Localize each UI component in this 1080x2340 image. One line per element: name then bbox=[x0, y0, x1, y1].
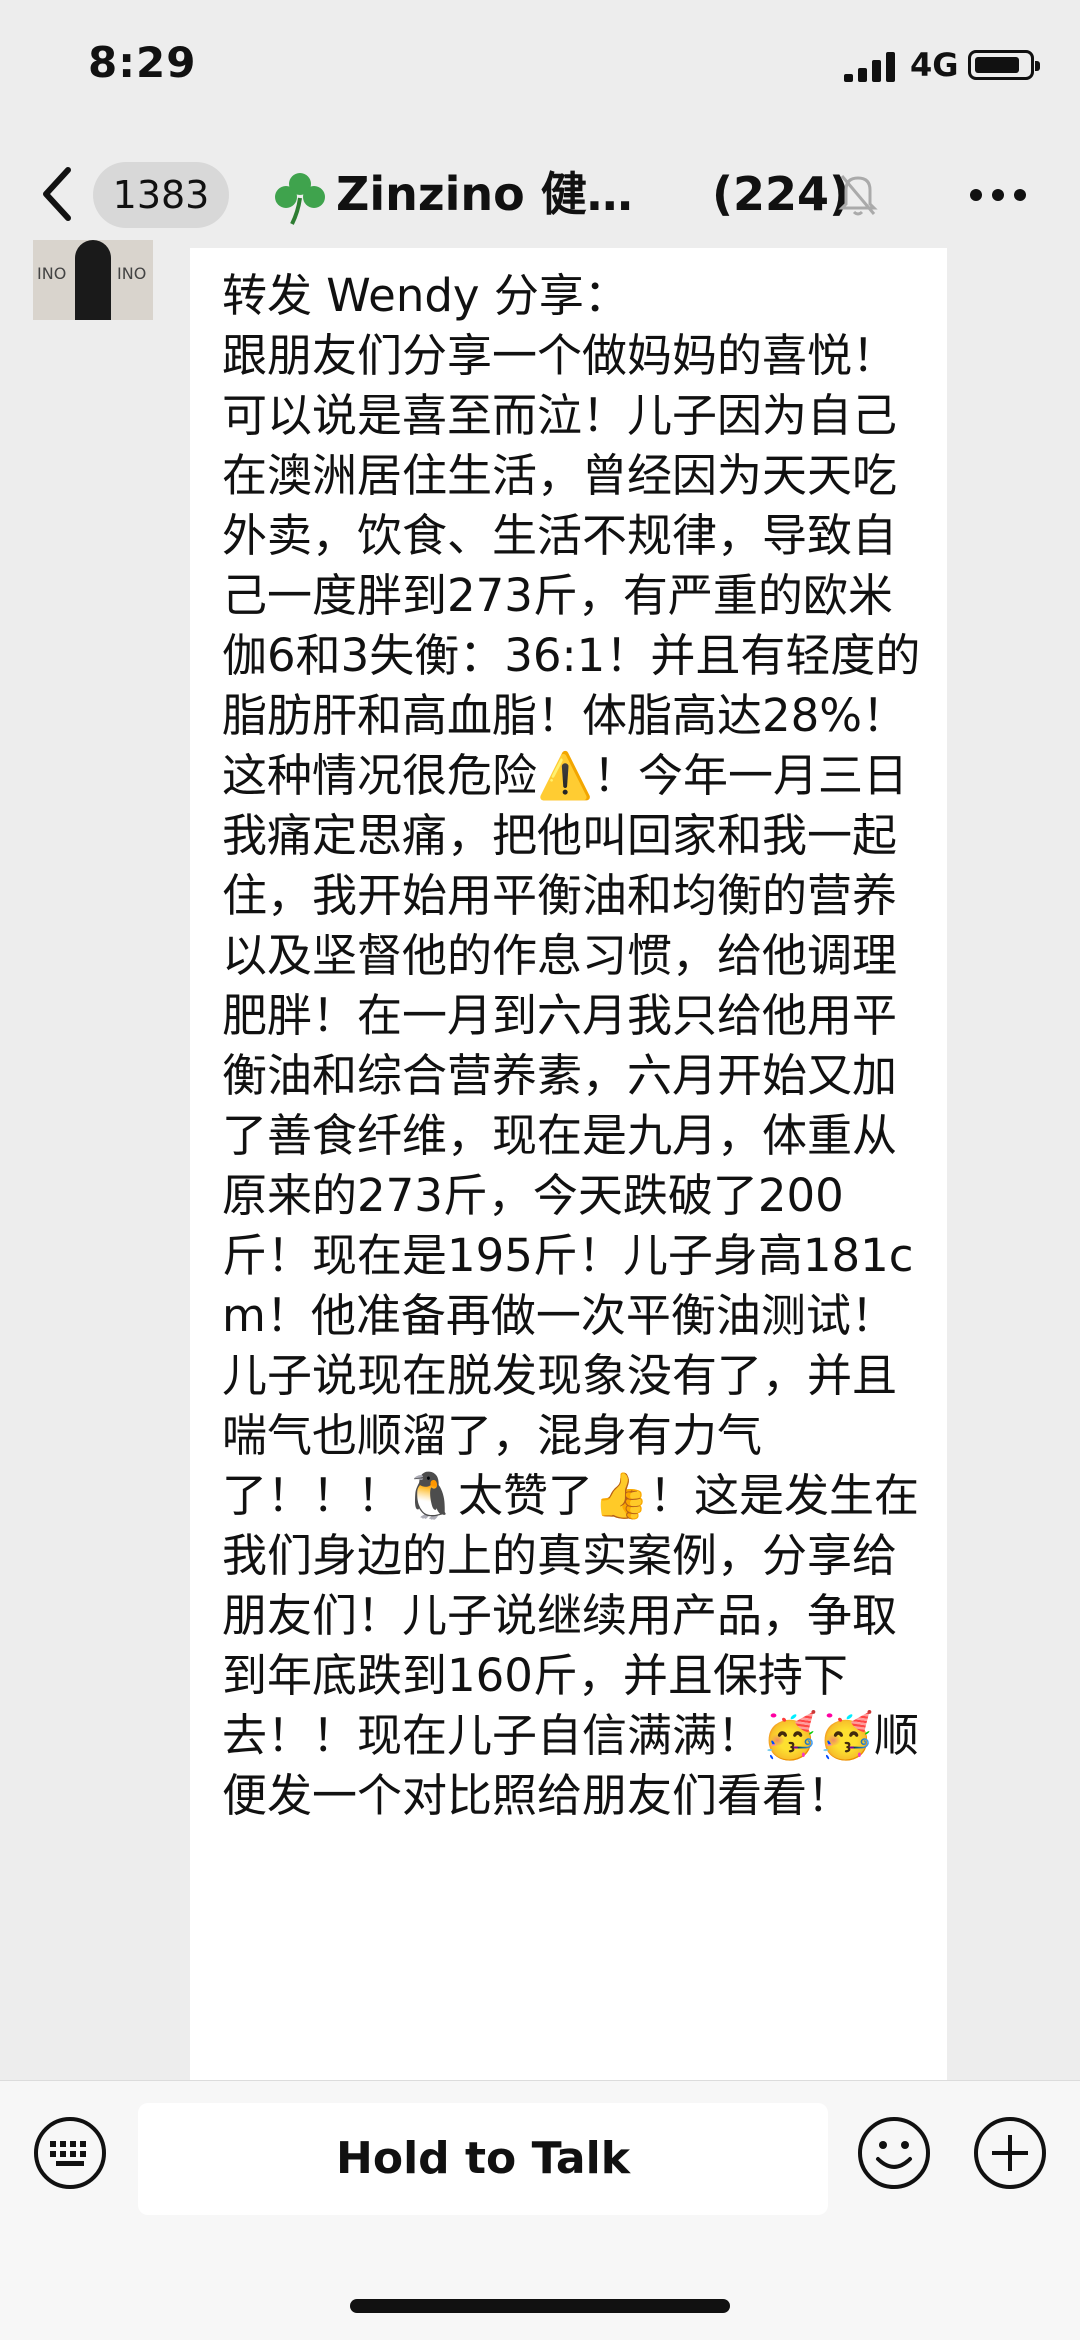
chat-header: 1383 Zinzino 健康… (224) bbox=[0, 140, 1080, 250]
message-bubble[interactable]: 转发 Wendy 分享： 跟朋友们分享一个做妈妈的喜悦！可以说是喜至而泣！儿子因… bbox=[190, 248, 947, 2080]
emoji-icon[interactable] bbox=[856, 2115, 932, 2191]
home-indicator bbox=[350, 2299, 730, 2313]
more-dots-icon[interactable] bbox=[968, 186, 1028, 204]
bell-muted-icon bbox=[838, 175, 878, 216]
avatar[interactable]: INO INO bbox=[33, 240, 153, 320]
unread-badge[interactable]: 1383 bbox=[93, 162, 229, 228]
input-bar: Hold to Talk bbox=[0, 2080, 1080, 2340]
network-type: 4G bbox=[910, 46, 959, 84]
plus-circle-icon[interactable] bbox=[972, 2115, 1048, 2191]
signal-icon bbox=[844, 52, 895, 82]
chevron-left-icon[interactable] bbox=[38, 164, 78, 224]
hold-to-talk-button[interactable]: Hold to Talk bbox=[138, 2103, 828, 2215]
status-time: 8:29 bbox=[88, 38, 197, 87]
chat-title[interactable]: Zinzino 健康… bbox=[336, 164, 666, 224]
message-text: 转发 Wendy 分享： 跟朋友们分享一个做妈妈的喜悦！可以说是喜至而泣！儿子因… bbox=[222, 269, 921, 1822]
avatar-text-left: INO bbox=[37, 264, 67, 283]
battery-icon bbox=[968, 50, 1040, 80]
keyboard-icon[interactable] bbox=[32, 2115, 108, 2191]
clover-icon bbox=[275, 173, 325, 225]
status-bar: 8:29 4G bbox=[0, 0, 1080, 140]
member-count: (224) bbox=[712, 167, 851, 221]
avatar-text-right: INO bbox=[117, 264, 147, 283]
